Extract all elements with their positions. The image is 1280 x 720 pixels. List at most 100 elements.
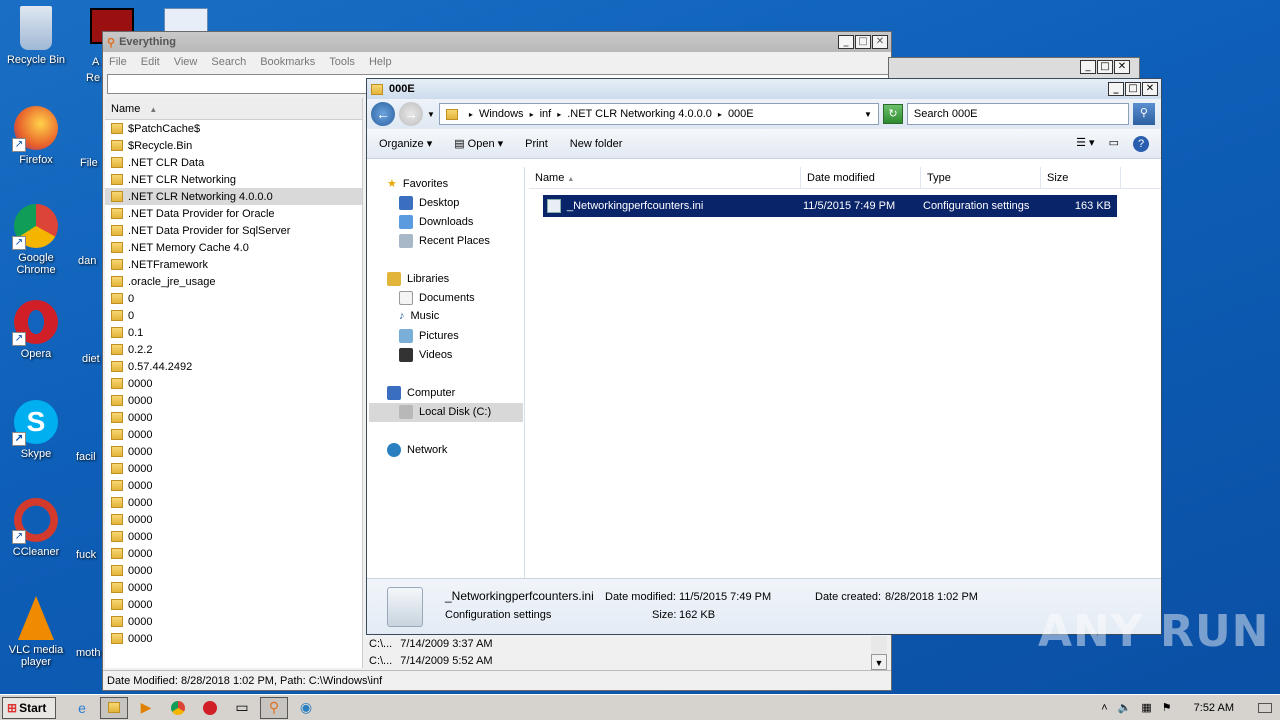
print-button[interactable]: Print <box>525 138 548 150</box>
nav-desktop[interactable]: Desktop <box>399 196 459 210</box>
organize-button[interactable]: Organize ▾ <box>379 137 432 150</box>
new-folder-button[interactable]: New folder <box>570 138 623 150</box>
menu-tools[interactable]: Tools <box>329 56 355 68</box>
close-button[interactable]: ✕ <box>1114 60 1130 74</box>
breadcrumb-separator-icon[interactable]: ▸ <box>530 110 534 119</box>
list-item[interactable]: 0000 <box>105 528 362 545</box>
list-item[interactable]: 0000 <box>105 579 362 596</box>
list-item[interactable]: .oracle_jre_usage <box>105 273 362 290</box>
list-item[interactable]: .NET CLR Data <box>105 154 362 171</box>
list-item[interactable]: 0 <box>105 307 362 324</box>
open-button[interactable]: ▤ Open ▾ <box>454 137 503 150</box>
list-item[interactable]: C:\... 7/14/2009 5:52 AM <box>365 653 889 670</box>
taskbar-everything-icon[interactable]: ⚲ <box>260 696 288 719</box>
search-icon[interactable]: ⚲ <box>1132 103 1155 125</box>
breadcrumb-item[interactable]: 000E <box>728 108 754 120</box>
list-item[interactable]: 0.2.2 <box>105 341 362 358</box>
nav-videos[interactable]: Videos <box>399 348 452 362</box>
minimize-button[interactable]: _ <box>1108 82 1124 96</box>
list-item[interactable]: 0000 <box>105 494 362 511</box>
maximize-button[interactable]: □ <box>1125 82 1141 96</box>
vertical-scrollbar[interactable]: ▼ <box>871 636 887 670</box>
everything-results-list[interactable]: Name ▲ $PatchCache$ $Recycle.Bin .NET CLR … <box>105 98 363 668</box>
volume-icon[interactable]: 🔈 <box>1118 701 1132 714</box>
list-item[interactable]: 0000 <box>105 511 362 528</box>
table-row[interactable]: _Networkingperfcounters.ini 11/5/2015 7:… <box>543 195 1117 217</box>
nav-documents[interactable]: Documents <box>399 291 475 305</box>
back-button[interactable]: ← <box>371 102 395 126</box>
list-item[interactable]: .NET Data Provider for SqlServer <box>105 222 362 239</box>
nav-favorites[interactable]: ★ Favorites <box>387 177 448 191</box>
explorer-titlebar[interactable]: 000E _ □ ✕ <box>367 79 1161 99</box>
network-tray-icon[interactable]: ▦ <box>1141 701 1151 714</box>
menu-view[interactable]: View <box>174 56 198 68</box>
background-window[interactable]: _ □ ✕ <box>888 57 1140 79</box>
column-header-name[interactable]: Name ▲ <box>529 167 801 188</box>
list-item[interactable]: .NET CLR Networking <box>105 171 362 188</box>
taskbar-window-icon[interactable]: ▭ <box>228 697 256 719</box>
search-input[interactable]: Search 000E <box>906 103 1129 125</box>
column-header-date[interactable]: Date modified <box>801 167 921 188</box>
breadcrumb-item[interactable]: Windows <box>479 108 524 120</box>
nav-downloads[interactable]: Downloads <box>399 215 473 229</box>
close-button[interactable]: ✕ <box>872 35 888 49</box>
taskbar-chrome-icon[interactable] <box>164 697 192 719</box>
close-button[interactable]: ✕ <box>1142 82 1158 96</box>
breadcrumb-separator-icon[interactable]: ▸ <box>718 110 722 119</box>
column-header-name[interactable]: Name ▲ <box>105 98 362 120</box>
list-item[interactable]: 0000 <box>105 392 362 409</box>
desktop-icon-vlc[interactable]: VLC media player <box>0 596 72 668</box>
desktop-icon-recycle-bin[interactable]: Recycle Bin <box>0 6 72 66</box>
taskbar-opera-icon[interactable] <box>196 697 224 719</box>
everything-titlebar[interactable]: ⚲ Everything _ □ ✕ <box>103 32 891 52</box>
desktop-icon-ccleaner[interactable]: ↗ CCleaner <box>0 498 72 558</box>
desktop-icon-firefox[interactable]: ↗ Firefox <box>0 106 72 166</box>
list-item[interactable]: .NETFramework <box>105 256 362 273</box>
list-item[interactable]: 0 <box>105 290 362 307</box>
menu-search[interactable]: Search <box>211 56 246 68</box>
scroll-down-icon[interactable]: ▼ <box>871 654 887 670</box>
list-item[interactable]: .NET CLR Networking 4.0.0.0 <box>105 188 362 205</box>
breadcrumb[interactable]: ▸ Windows ▸ inf ▸ .NET CLR Networking 4.… <box>438 103 879 125</box>
list-item[interactable]: 0000 <box>105 613 362 630</box>
list-item[interactable]: 0000 <box>105 596 362 613</box>
help-icon[interactable]: ? <box>1133 135 1149 152</box>
show-hidden-icons-icon[interactable]: ˄ <box>1101 702 1107 714</box>
column-header-size[interactable]: Size <box>1041 167 1121 188</box>
action-center-flag-icon[interactable]: ⚑ <box>1162 701 1172 714</box>
breadcrumb-item[interactable]: inf <box>540 108 552 120</box>
list-item[interactable]: 0000 <box>105 460 362 477</box>
menu-bookmarks[interactable]: Bookmarks <box>260 56 315 68</box>
desktop-icon-skype[interactable]: S ↗ Skype <box>0 400 72 460</box>
list-item[interactable]: $PatchCache$ <box>105 120 362 137</box>
preview-pane-icon[interactable]: ▭ <box>1109 136 1119 152</box>
desktop-icon-opera[interactable]: ↗ Opera <box>0 300 72 360</box>
refresh-button[interactable]: ↻ <box>882 104 903 124</box>
menu-file[interactable]: File <box>109 56 127 68</box>
list-item[interactable]: 0000 <box>105 562 362 579</box>
address-dropdown-icon[interactable]: ▼ <box>864 110 872 119</box>
nav-pictures[interactable]: Pictures <box>399 329 459 343</box>
list-item[interactable]: 0.57.44.2492 <box>105 358 362 375</box>
clock[interactable]: 7:52 AM <box>1194 702 1234 714</box>
list-item[interactable]: 0000 <box>105 545 362 562</box>
nav-network[interactable]: Network <box>387 443 447 457</box>
nav-music[interactable]: ♪ Music <box>399 310 439 322</box>
nav-libraries[interactable]: Libraries <box>387 272 449 286</box>
view-options-icon[interactable]: ☰ ▾ <box>1076 136 1094 152</box>
list-item[interactable]: 0000 <box>105 630 362 647</box>
minimize-button[interactable]: _ <box>1080 60 1096 74</box>
explorer-window[interactable]: 000E _ □ ✕ ← → ▼ ▸ Windows ▸ inf ▸ .NET … <box>366 78 1162 635</box>
show-desktop-icon[interactable] <box>1258 702 1272 713</box>
list-item[interactable]: .NET Memory Cache 4.0 <box>105 239 362 256</box>
desktop-icon-chrome[interactable]: ↗ Google Chrome <box>0 204 72 276</box>
forward-button[interactable]: → <box>399 102 423 126</box>
list-item[interactable]: 0000 <box>105 426 362 443</box>
list-item[interactable]: 0000 <box>105 443 362 460</box>
list-item[interactable]: 0000 <box>105 409 362 426</box>
nav-recent-places[interactable]: Recent Places <box>399 234 490 248</box>
list-item[interactable]: .NET Data Provider for Oracle <box>105 205 362 222</box>
nav-computer[interactable]: Computer <box>387 386 455 400</box>
list-item[interactable]: $Recycle.Bin <box>105 137 362 154</box>
list-item[interactable]: 0.1 <box>105 324 362 341</box>
